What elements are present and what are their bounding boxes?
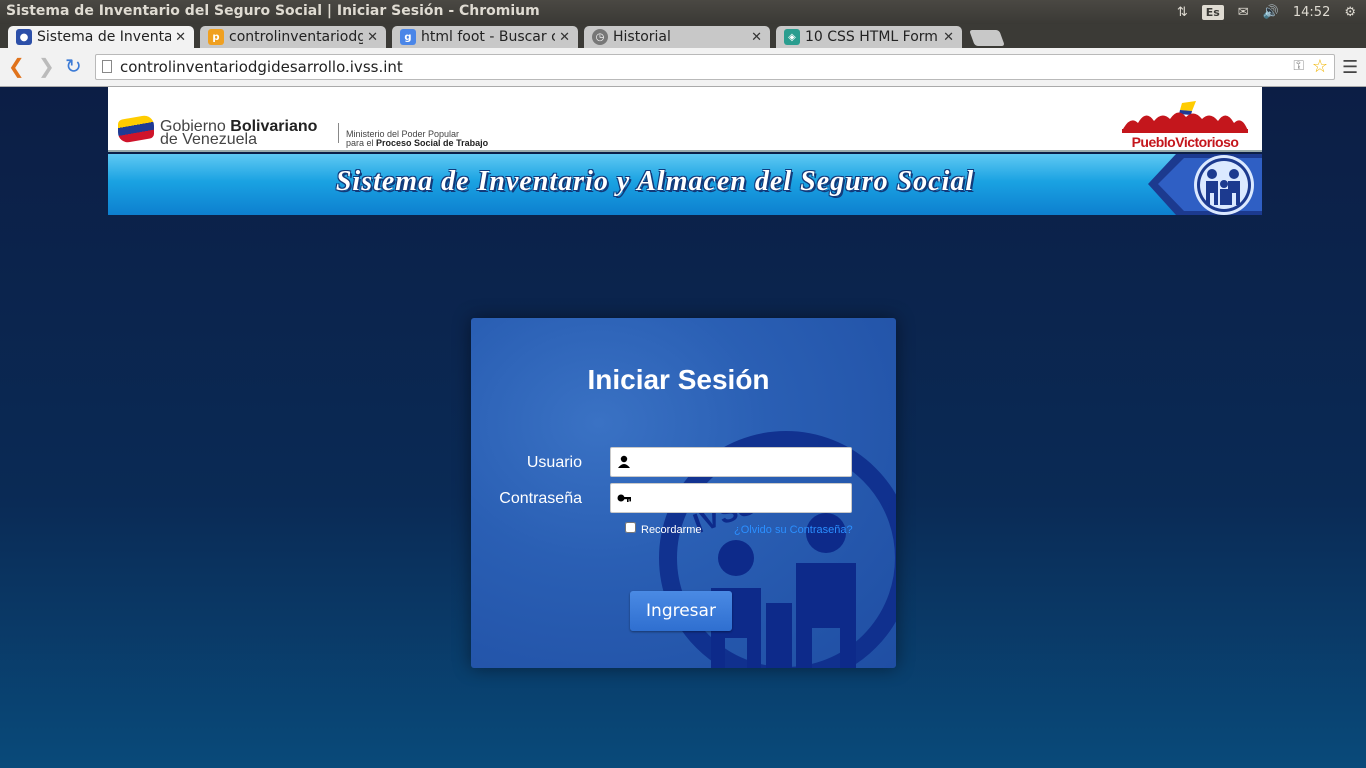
page-icon [102,60,112,73]
settings-gear-icon[interactable]: ⚙ [1344,5,1356,20]
os-title-bar: Sistema de Inventario del Seguro Social … [0,0,1366,24]
ivss-favicon-icon: ● [16,29,32,45]
mail-icon[interactable]: ✉ [1238,5,1249,20]
tab-title: 10 CSS HTML Form D [805,29,940,45]
page-viewport: Gobierno Bolivariano de Venezuela Minist… [0,87,1366,768]
forgot-password-link[interactable]: ¿Olvido su Contraseña? [734,524,853,536]
pma-favicon-icon: p [208,29,224,45]
banner-title: Sistema de Inventario y Almacen del Segu… [335,166,975,197]
tab-close-icon[interactable]: ✕ [559,30,570,45]
password-label: Contraseña [499,490,582,507]
new-tab-button[interactable] [969,30,1005,46]
menu-icon[interactable]: ☰ [1342,57,1358,78]
tab-title: Historial [613,29,671,45]
google-favicon-icon: g [400,29,416,45]
bookmark-star-icon[interactable]: ☆ [1312,56,1328,77]
address-bar[interactable]: controlinventariodgidesarrollo.ivss.int … [95,54,1335,80]
tab-controlinventario[interactable]: p controlinventariodg ✕ [200,26,386,48]
key-icon[interactable]: ⚿ [1293,58,1304,74]
username-field-wrapper[interactable] [610,447,852,477]
window-title: Sistema de Inventario del Seguro Social … [6,3,540,19]
venezuela-flag-icon [118,113,154,145]
password-input[interactable] [635,486,849,512]
system-banner: Sistema de Inventario y Almacen del Segu… [108,154,1262,215]
tab-close-icon[interactable]: ✕ [751,30,762,45]
government-name-line2: de Venezuela [160,131,257,148]
history-favicon-icon: ◷ [592,29,608,45]
pueblo-victorioso-logo-icon [1122,101,1248,133]
volume-icon[interactable]: 🔊 [1263,5,1279,20]
keyboard-layout-indicator[interactable]: Es [1201,4,1224,20]
reload-icon[interactable]: ↻ [65,56,82,76]
network-icon[interactable]: ⇅ [1177,5,1188,20]
government-header: Gobierno Bolivariano de Venezuela Minist… [108,87,1262,152]
username-input[interactable] [635,450,849,476]
remember-me-label: Recordarme [641,524,702,536]
tab-title: controlinventariodg [229,29,364,45]
divider [338,123,339,143]
tab-close-icon[interactable]: ✕ [943,30,954,45]
ministry-name-line2: para el Proceso Social de Trabajo [346,138,489,148]
tab-historial[interactable]: ◷ Historial ✕ [584,26,770,48]
tab-strip: ● Sistema de Inventari ✕ p controlinvent… [0,24,1366,48]
remember-me-checkbox[interactable] [625,522,636,533]
codepen-favicon-icon: ◈ [784,29,800,45]
login-title: Iniciar Sesión [587,364,770,395]
username-label: Usuario [526,454,582,471]
tab-close-icon[interactable]: ✕ [367,30,378,45]
pueblo-victorioso-text: PuebloVictorioso [1131,134,1239,150]
system-tray: ⇅ Es ✉ 🔊 14:52 ⚙ [1177,0,1366,24]
login-submit-button[interactable]: Ingresar [630,591,732,631]
ivss-logo-icon [1148,154,1262,215]
key-icon [617,494,631,502]
forward-arrow-icon[interactable]: ❯ [38,56,55,76]
user-icon [618,455,630,468]
clock[interactable]: 14:52 [1293,5,1330,20]
tab-google-search[interactable]: g html foot - Buscar co ✕ [392,26,578,48]
login-panel: IVSS Iniciar Sesión Usuario Contraseña R… [471,318,896,668]
tab-css-forms[interactable]: ◈ 10 CSS HTML Form D ✕ [776,26,962,48]
tab-title: html foot - Buscar co [421,29,556,45]
back-arrow-icon[interactable]: ❮ [8,56,25,76]
password-field-wrapper[interactable] [610,483,852,513]
tab-sistema-inventario[interactable]: ● Sistema de Inventari ✕ [8,26,194,48]
tab-title: Sistema de Inventari [37,29,172,45]
browser-toolbar: ❮ ❯ ↻ controlinventariodgidesarrollo.ivs… [0,48,1366,87]
url-text[interactable]: controlinventariodgidesarrollo.ivss.int [120,58,403,76]
tab-close-icon[interactable]: ✕ [175,30,186,45]
